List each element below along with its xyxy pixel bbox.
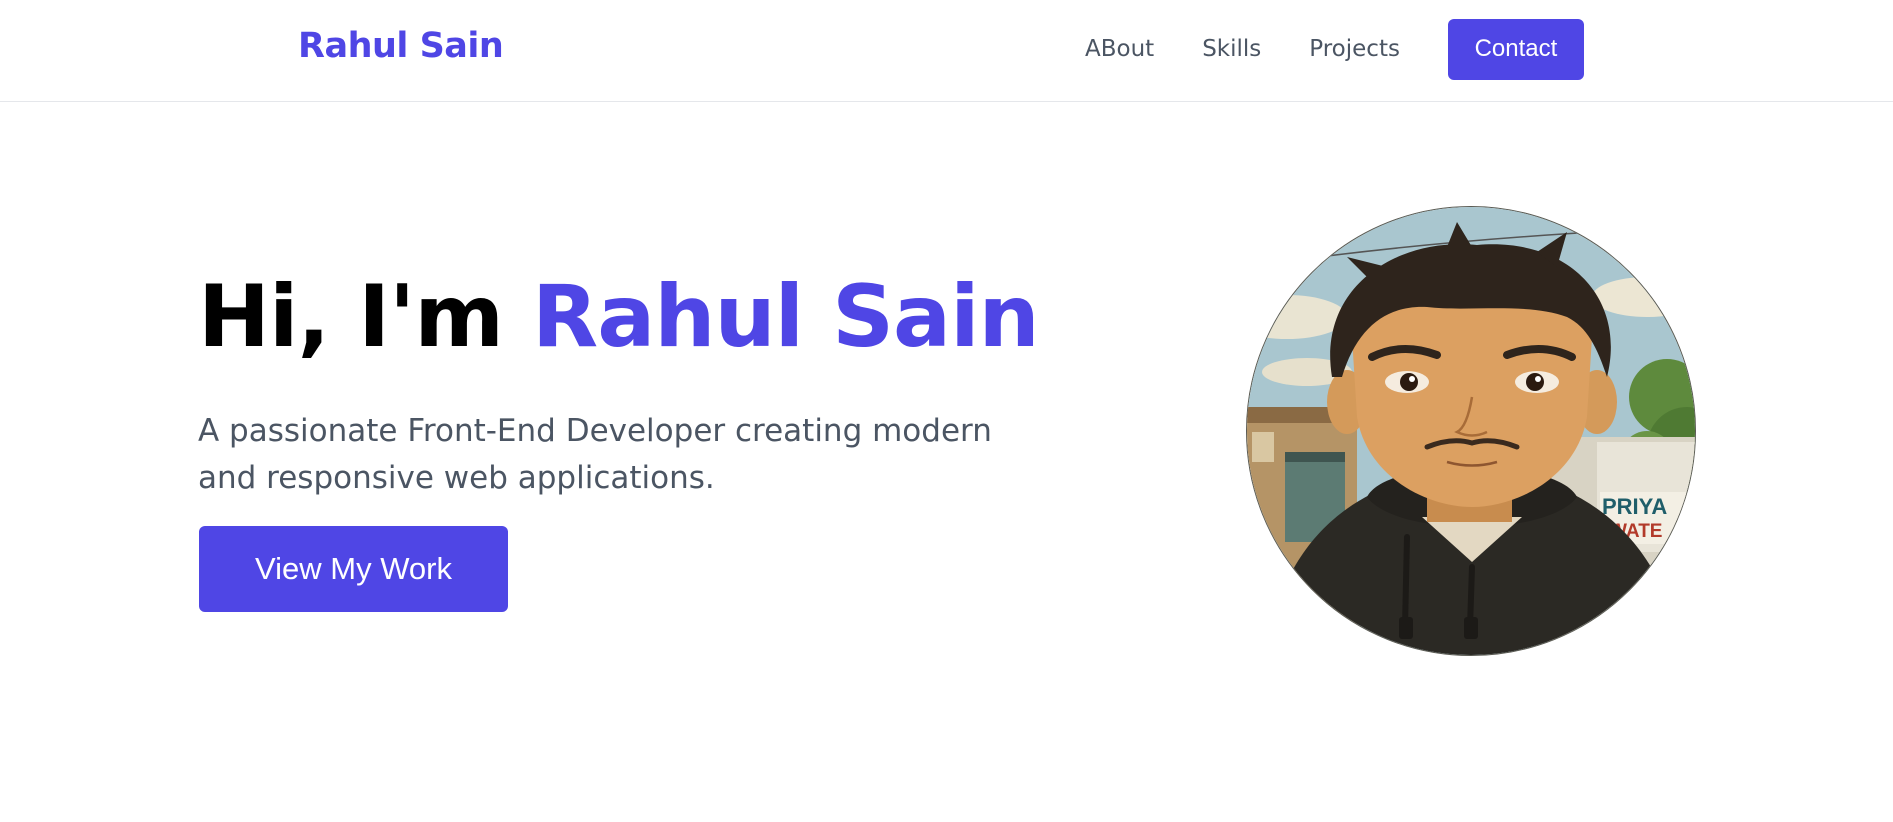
hero-subtitle: A passionate Front-End Developer creatin… [198, 413, 992, 496]
hero-greeting: Hi, I'm [198, 267, 504, 367]
contact-button[interactable]: Contact [1447, 18, 1584, 80]
nav-link-projects[interactable]: Projects [1309, 36, 1400, 62]
hero-heading: Hi, I'm Rahul Sain [198, 267, 1040, 367]
avatar-illustration: PRIYA WATE [1247, 207, 1695, 655]
navbar: Rahul Sain ABout Skills Projects Contact [0, 0, 1893, 102]
hero-name: Rahul Sain [531, 267, 1040, 367]
nav-link-about[interactable]: ABout [1085, 36, 1154, 62]
nav-link-skills[interactable]: Skills [1202, 36, 1261, 62]
nav-links: ABout Skills Projects Contact [1085, 18, 1584, 80]
avatar-sign-text-1: PRIYA [1602, 494, 1667, 519]
brand-logo[interactable]: Rahul Sain [298, 26, 504, 66]
avatar: PRIYA WATE [1246, 206, 1696, 656]
view-my-work-button[interactable]: View My Work [199, 526, 508, 612]
